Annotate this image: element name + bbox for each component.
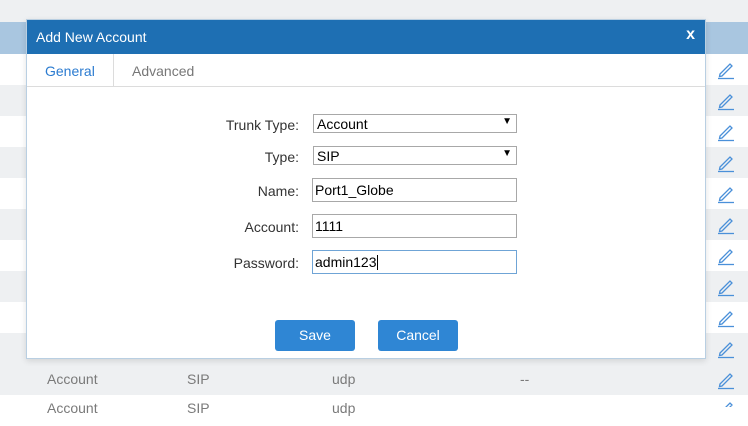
name-row: Name: Port1_Globe bbox=[27, 178, 705, 204]
password-label: Password: bbox=[233, 255, 299, 271]
password-input[interactable]: admin123 bbox=[312, 250, 517, 274]
text-caret bbox=[376, 255, 378, 270]
row-type-cell: Account bbox=[47, 400, 98, 416]
type-select[interactable]: SIP ▼ bbox=[313, 146, 517, 165]
name-input[interactable]: Port1_Globe bbox=[312, 178, 517, 202]
tab-bar: General Advanced bbox=[27, 54, 705, 87]
account-label: Account: bbox=[244, 219, 299, 235]
pencil-icon[interactable] bbox=[715, 308, 737, 328]
cancel-button[interactable]: Cancel bbox=[378, 320, 458, 351]
pencil-icon[interactable] bbox=[715, 277, 737, 297]
dropdown-arrow-icon: ▼ bbox=[502, 148, 512, 159]
pencil-icon[interactable] bbox=[715, 91, 737, 111]
dropdown-arrow-icon: ▼ bbox=[502, 116, 512, 127]
row-transport-cell: udp bbox=[332, 371, 356, 387]
trunk-type-label: Trunk Type: bbox=[225, 117, 299, 133]
pencil-icon[interactable] bbox=[715, 246, 737, 266]
password-row: Password: admin123 bbox=[27, 250, 705, 276]
row-transport-cell: udp bbox=[332, 400, 356, 416]
row-protocol-cell: SIP bbox=[187, 400, 210, 416]
account-input[interactable]: 1111 bbox=[312, 214, 517, 238]
pencil-icon[interactable] bbox=[715, 184, 737, 204]
close-button[interactable]: x bbox=[686, 26, 695, 44]
pencil-icon[interactable] bbox=[715, 60, 737, 80]
row-extra-cell: -- bbox=[520, 371, 530, 387]
row-type-cell: Account bbox=[47, 371, 98, 387]
pencil-icon[interactable] bbox=[715, 370, 737, 390]
account-row: Account: 1111 bbox=[27, 214, 705, 240]
trunk-type-row: Trunk Type: Account ▼ bbox=[27, 112, 705, 138]
dialog-header: Add New Account x bbox=[27, 20, 705, 54]
type-row: Type: SIP ▼ bbox=[27, 144, 705, 170]
add-account-dialog: Add New Account x General Advanced Trunk… bbox=[26, 19, 706, 359]
trunk-type-select[interactable]: Account ▼ bbox=[313, 114, 517, 133]
tab-advanced[interactable]: Advanced bbox=[114, 54, 224, 86]
tab-general[interactable]: General bbox=[27, 54, 114, 86]
table-row bbox=[0, 395, 748, 426]
dialog-title: Add New Account bbox=[36, 29, 147, 45]
row-protocol-cell: SIP bbox=[187, 371, 210, 387]
pencil-icon[interactable] bbox=[715, 399, 737, 407]
pencil-icon[interactable] bbox=[715, 215, 737, 235]
table-row bbox=[0, 364, 748, 395]
name-label: Name: bbox=[257, 183, 299, 199]
pencil-icon[interactable] bbox=[715, 153, 737, 173]
pencil-icon[interactable] bbox=[715, 122, 737, 142]
type-label: Type: bbox=[264, 149, 299, 165]
pencil-icon[interactable] bbox=[715, 339, 737, 359]
save-button[interactable]: Save bbox=[275, 320, 355, 351]
